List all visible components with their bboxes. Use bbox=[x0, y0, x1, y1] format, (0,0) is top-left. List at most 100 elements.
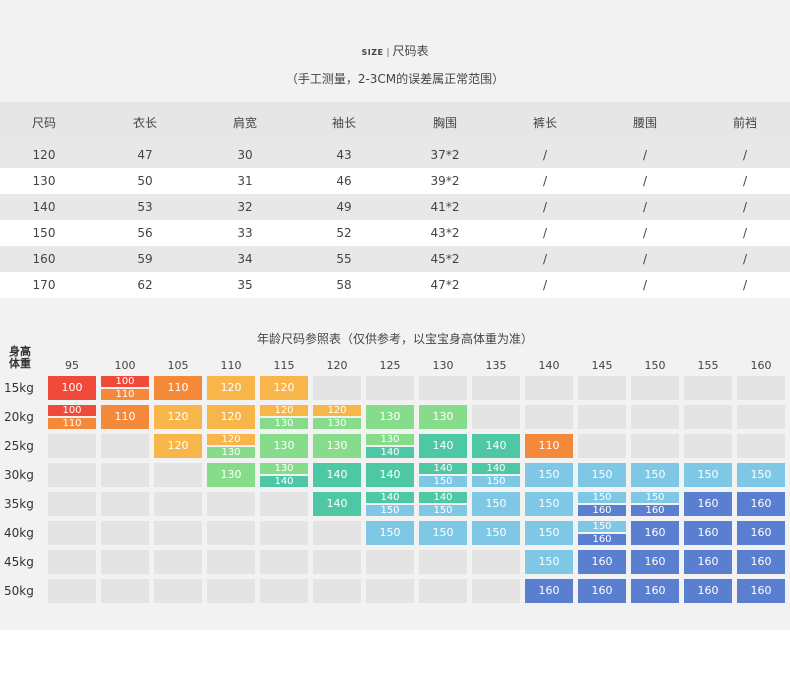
size-label-upper: 130 bbox=[313, 418, 361, 429]
grid-cell-empty bbox=[366, 550, 414, 574]
table-cell: 43 bbox=[336, 148, 352, 162]
table-cell: / bbox=[742, 252, 748, 266]
grid-cell-empty bbox=[101, 521, 149, 545]
size-label-upper: 140 bbox=[366, 447, 414, 458]
size-chart-panel: SIZE | 尺码表 （手工测量，2-3CM的误差属正常范围） 尺码 衣长 肩宽 袖长 胸围… bbox=[0, 0, 790, 630]
column-header: 胸围 bbox=[432, 115, 458, 130]
grid-cell-size: 110 bbox=[154, 376, 202, 400]
column-header: 腰围 bbox=[632, 115, 658, 130]
grid-cell-empty bbox=[313, 521, 361, 545]
grid-cell-size: 150 bbox=[525, 521, 573, 545]
grid-cell-size-range: 140 150 bbox=[419, 463, 467, 487]
table-cell: 50 bbox=[137, 174, 153, 188]
table-cell: 170 bbox=[32, 278, 56, 292]
table-cell: / bbox=[642, 252, 648, 266]
table-cell: 34 bbox=[237, 252, 253, 266]
table-cell: 39*2 bbox=[430, 174, 460, 188]
grid-cell-empty bbox=[631, 434, 679, 458]
table-row: 170 62 35 58 47*2 / / / bbox=[0, 272, 790, 298]
column-header: 肩宽 bbox=[232, 115, 258, 130]
grid-cell-size: 110 bbox=[101, 405, 149, 429]
grid-cell-empty bbox=[101, 492, 149, 516]
grid-cell-empty bbox=[260, 579, 308, 603]
table-cell: 41*2 bbox=[430, 200, 460, 214]
grid-cell-empty bbox=[207, 492, 255, 516]
page-subtitle: （手工测量，2-3CM的误差属正常范围） bbox=[285, 72, 505, 86]
grid-cell-empty bbox=[101, 463, 149, 487]
grid-cell-empty bbox=[578, 376, 626, 400]
size-label: 160 bbox=[750, 526, 772, 539]
size-label-lower: 150 bbox=[578, 492, 626, 503]
table-cell: 49 bbox=[336, 200, 352, 214]
grid-cell-size: 120 bbox=[260, 376, 308, 400]
grid-cell-size: 160 bbox=[631, 521, 679, 545]
table-row: 160 59 34 55 45*2 / / / bbox=[0, 246, 790, 272]
table-cell: / bbox=[642, 278, 648, 292]
weight-row-label: 25kg bbox=[4, 439, 34, 453]
table-row: 120 47 30 43 37*2 / / / bbox=[0, 142, 790, 168]
size-label: 150 bbox=[750, 468, 772, 481]
grid-cell-size: 120 bbox=[154, 434, 202, 458]
size-label-upper: 160 bbox=[631, 505, 679, 516]
table-cell: 58 bbox=[336, 278, 352, 292]
grid-cell-empty bbox=[48, 492, 96, 516]
table-cell: 45*2 bbox=[430, 252, 460, 266]
grid-cell-empty bbox=[631, 405, 679, 429]
table-cell: / bbox=[642, 174, 648, 188]
grid-cell-empty bbox=[419, 376, 467, 400]
size-label-lower: 150 bbox=[578, 521, 626, 532]
size-label-upper: 130 bbox=[207, 447, 255, 458]
grid-cell-size: 130 bbox=[207, 463, 255, 487]
grid-cell-size: 150 bbox=[737, 463, 785, 487]
size-label: 150 bbox=[485, 497, 507, 510]
table-cell: / bbox=[742, 174, 748, 188]
size-label-lower: 100 bbox=[48, 405, 96, 416]
size-label: 160 bbox=[591, 555, 613, 568]
grid-cell-empty bbox=[313, 550, 361, 574]
table-cell: 52 bbox=[336, 226, 352, 240]
grid-cell-empty bbox=[631, 376, 679, 400]
grid-cell-size: 160 bbox=[684, 521, 732, 545]
grid-cell-empty bbox=[154, 550, 202, 574]
table-cell: 35 bbox=[237, 278, 253, 292]
grid-cell-size-range: 150 160 bbox=[631, 492, 679, 516]
table-cell: 31 bbox=[237, 174, 253, 188]
size-label-lower: 130 bbox=[260, 463, 308, 474]
table-cell: 55 bbox=[336, 252, 352, 266]
table-cell: / bbox=[542, 174, 548, 188]
size-label: 140 bbox=[379, 468, 401, 481]
grid-cell-size-range: 130 140 bbox=[260, 463, 308, 487]
table-cell: 160 bbox=[32, 252, 56, 266]
size-label-upper: 150 bbox=[419, 476, 467, 487]
grid-cell-empty bbox=[366, 376, 414, 400]
size-label: 150 bbox=[697, 468, 719, 481]
table-cell: / bbox=[542, 278, 548, 292]
table-cell: / bbox=[742, 200, 748, 214]
grid-cell-empty bbox=[154, 492, 202, 516]
table-cell: 33 bbox=[237, 226, 253, 240]
height-column-label: 115 bbox=[273, 359, 295, 372]
size-label: 130 bbox=[432, 410, 454, 423]
grid-cell-empty bbox=[472, 550, 520, 574]
size-label: 160 bbox=[697, 584, 719, 597]
grid-cell-size-range: 100 110 bbox=[101, 376, 149, 400]
weight-row-label: 30kg bbox=[4, 468, 34, 482]
height-column-label: 110 bbox=[220, 359, 242, 372]
table-cell: / bbox=[542, 252, 548, 266]
size-label: 110 bbox=[114, 410, 136, 423]
column-header: 前裆 bbox=[732, 115, 758, 130]
grid-cell-size: 140 bbox=[472, 434, 520, 458]
grid-cell-size: 140 bbox=[366, 463, 414, 487]
size-label: 150 bbox=[644, 468, 666, 481]
size-label-lower: 140 bbox=[366, 492, 414, 503]
grid-cell-size: 130 bbox=[419, 405, 467, 429]
size-label: 160 bbox=[644, 584, 666, 597]
table-cell: 46 bbox=[336, 174, 352, 188]
grid-cell-empty bbox=[472, 579, 520, 603]
corner-weight-label: 体重 bbox=[9, 357, 31, 370]
weight-row-label: 45kg bbox=[4, 555, 34, 569]
size-label-upper: 110 bbox=[101, 389, 149, 400]
grid-cell-size: 140 bbox=[313, 492, 361, 516]
chart-corner-label: 身高 体重 bbox=[9, 346, 39, 370]
grid-cell-size-range: 120 130 bbox=[313, 405, 361, 429]
